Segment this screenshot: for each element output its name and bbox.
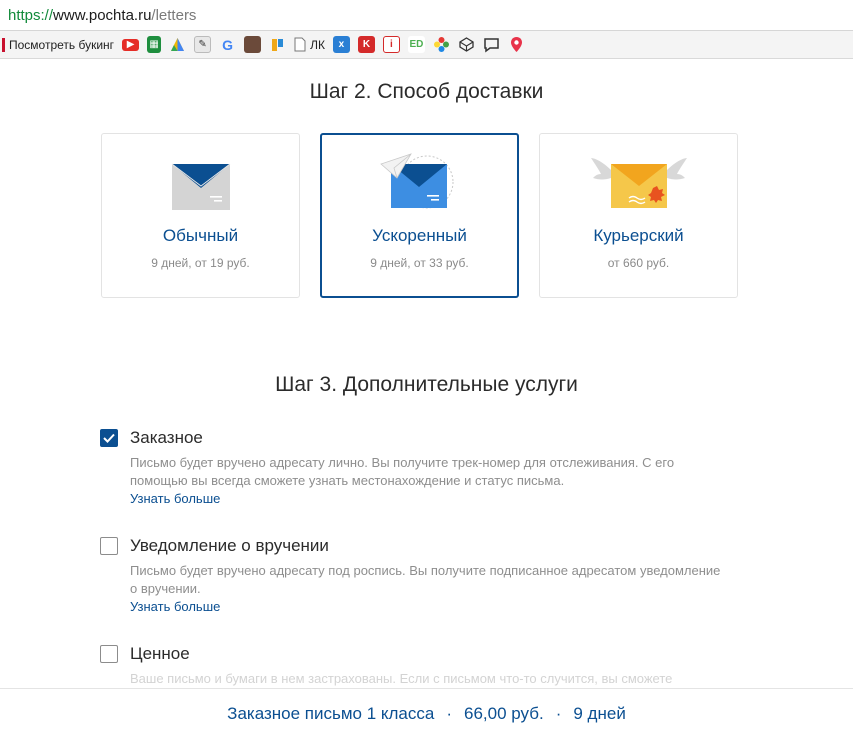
bookmark-pin[interactable]	[508, 35, 525, 55]
valuable-checkbox[interactable]	[100, 645, 118, 663]
option-title: Уведомление о вручении	[130, 536, 329, 555]
codepen-icon	[459, 37, 474, 52]
doc-icon	[294, 37, 306, 52]
bookmark-booking-label: Посмотреть букинг	[9, 37, 115, 52]
puzzle-icon	[272, 39, 284, 51]
url-field[interactable]: https://www.pochta.ru/letters	[8, 7, 608, 24]
bookmark-google[interactable]: G	[219, 35, 236, 55]
bookmark-triangle[interactable]	[169, 35, 186, 55]
sheets-icon: ▦	[147, 36, 162, 53]
card-name: Курьерский	[593, 226, 684, 245]
option-title: Заказное	[130, 428, 203, 447]
summary-separator: ·	[446, 703, 453, 723]
info-icon: i	[382, 36, 400, 53]
youtube-icon: ▶	[122, 38, 140, 51]
bookmark-sheets[interactable]: ▦	[147, 35, 162, 55]
bookmark-script[interactable]: ✎	[194, 35, 212, 55]
card-sub: 9 дней, от 33 руб.	[370, 256, 469, 270]
bookmark-b-icon	[2, 37, 5, 52]
bookmark-k[interactable]: K	[357, 35, 375, 55]
bookmark-flower[interactable]	[433, 35, 450, 55]
flower-icon	[433, 37, 449, 52]
delivery-card-regular[interactable]: Обычный 9 дней, от 19 руб.	[101, 133, 300, 298]
delivery-card-express[interactable]: Ускоренный 9 дней, от 33 руб.	[320, 133, 519, 298]
bookmark-info[interactable]: i	[382, 35, 400, 55]
bookmark-youtube[interactable]: ▶	[122, 35, 140, 55]
order-summary-bar: Заказное письмо 1 класса · 66,00 руб. · …	[0, 688, 853, 738]
bookmark-comment[interactable]	[483, 35, 500, 55]
option-registered: Заказное Письмо будет вручено адресату л…	[100, 428, 750, 508]
checkmark-icon	[103, 433, 115, 443]
option-title: Ценное	[130, 644, 190, 663]
card-sub: от 660 руб.	[607, 256, 670, 270]
summary-separator: ·	[555, 703, 562, 723]
delivery-card-courier[interactable]: Курьерский от 660 руб.	[539, 133, 738, 298]
card-name: Ускоренный	[372, 226, 467, 245]
card-name: Обычный	[162, 226, 239, 245]
pin-icon	[510, 37, 522, 52]
registered-checkbox[interactable]	[100, 429, 118, 447]
learn-more-link[interactable]: Узнать больше	[130, 491, 220, 506]
learn-more-link[interactable]: Узнать больше	[130, 599, 220, 614]
delivery-notice-checkbox[interactable]	[100, 537, 118, 555]
k-icon: K	[357, 36, 375, 53]
delivery-cards: Обычный 9 дней, от 19 руб. Ускоренный 9 …	[101, 133, 758, 298]
blue-envelope-plane-icon	[379, 153, 453, 209]
bookmark-x[interactable]: x	[332, 35, 350, 55]
card-sub: 9 дней, от 19 руб.	[151, 256, 250, 270]
url-path: /letters	[151, 6, 197, 24]
bookmark-lk[interactable]: ЛК	[294, 35, 325, 55]
address-bar[interactable]: https://www.pochta.ru/letters	[0, 0, 853, 31]
bookmark-puzzle[interactable]	[269, 35, 286, 55]
bookmarks-bar: Посмотреть букинг ▶ ▦ ✎ G ЛК x K i ED	[0, 31, 853, 59]
option-description: Ваше письмо и бумаги в нем застрахованы.…	[130, 671, 673, 686]
bookmark-lk-label: ЛК	[310, 37, 325, 52]
option-description: Письмо будет вручено адресату лично. Вы …	[130, 455, 675, 488]
url-host: www.pochta.ru	[53, 6, 152, 24]
ed-icon: ED	[407, 36, 425, 53]
google-icon: G	[222, 36, 233, 53]
url-scheme: https://	[8, 6, 54, 24]
script-icon: ✎	[194, 36, 212, 53]
option-delivery-notice: Уведомление о вручении Письмо будет вруч…	[100, 536, 750, 616]
summary-type: Заказное письмо 1 класса	[227, 703, 435, 723]
comment-icon	[484, 38, 499, 53]
triangle-icon	[171, 38, 185, 51]
bookmark-booking[interactable]: Посмотреть букинг	[2, 35, 114, 55]
bookmark-ed[interactable]: ED	[407, 35, 425, 55]
x-icon: x	[332, 36, 350, 53]
step3-title: Шаг 3. Дополнительные услуги	[275, 373, 578, 396]
summary-price: 66,00 руб.	[464, 703, 544, 723]
step2-title: Шаг 2. Способ доставки	[309, 80, 544, 103]
winged-envelope-icon	[590, 158, 687, 208]
option-description: Письмо будет вручено адресату под роспис…	[130, 563, 721, 596]
bookmark-codepen[interactable]	[458, 35, 475, 55]
bookmark-photo[interactable]	[244, 35, 262, 55]
summary-time: 9 дней	[573, 703, 626, 723]
option-valuable: Ценное Ваше письмо и бумаги в нем застра…	[100, 644, 750, 688]
photo-icon	[244, 36, 262, 53]
gray-envelope-icon	[171, 163, 230, 210]
